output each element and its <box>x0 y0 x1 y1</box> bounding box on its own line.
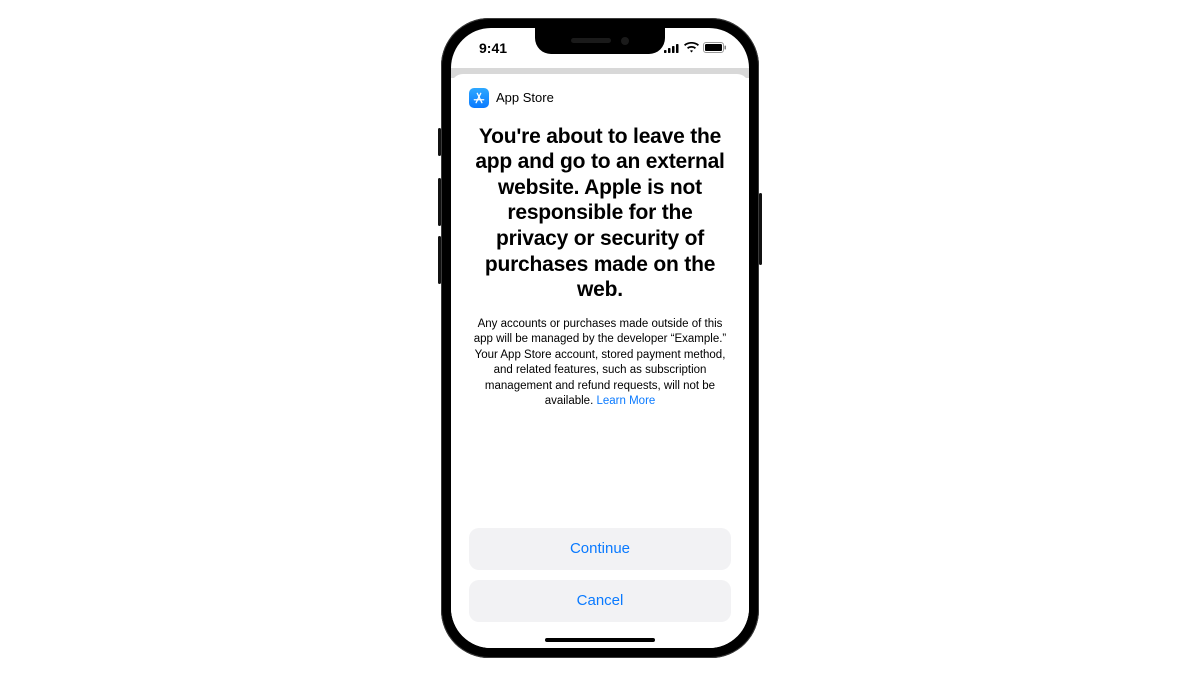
warning-headline: You're about to leave the app and go to … <box>469 124 731 303</box>
warning-body-text: Any accounts or purchases made outside o… <box>474 318 727 408</box>
notch <box>535 28 665 54</box>
sheet-app-name: App Store <box>496 90 554 105</box>
cellular-signal-icon <box>664 43 680 53</box>
button-group: Continue Cancel <box>469 528 731 632</box>
wifi-icon <box>684 42 699 53</box>
warning-body: Any accounts or purchases made outside o… <box>469 317 731 410</box>
cancel-button[interactable]: Cancel <box>469 580 731 622</box>
iphone-device-frame: 9:41 <box>441 18 759 658</box>
app-store-icon <box>469 88 489 108</box>
status-indicators <box>664 42 727 53</box>
modal-sheet: App Store You're about to leave the app … <box>451 74 749 648</box>
home-indicator[interactable] <box>545 638 655 642</box>
screen: 9:41 <box>451 28 749 648</box>
power-button <box>759 193 762 265</box>
sheet-header: App Store <box>469 88 731 108</box>
volume-up-button <box>438 178 441 226</box>
battery-icon <box>703 42 727 53</box>
volume-down-button <box>438 236 441 284</box>
mute-switch <box>438 128 441 156</box>
continue-button[interactable]: Continue <box>469 528 731 570</box>
learn-more-link[interactable]: Learn More <box>596 395 655 407</box>
status-time: 9:41 <box>479 40 507 56</box>
